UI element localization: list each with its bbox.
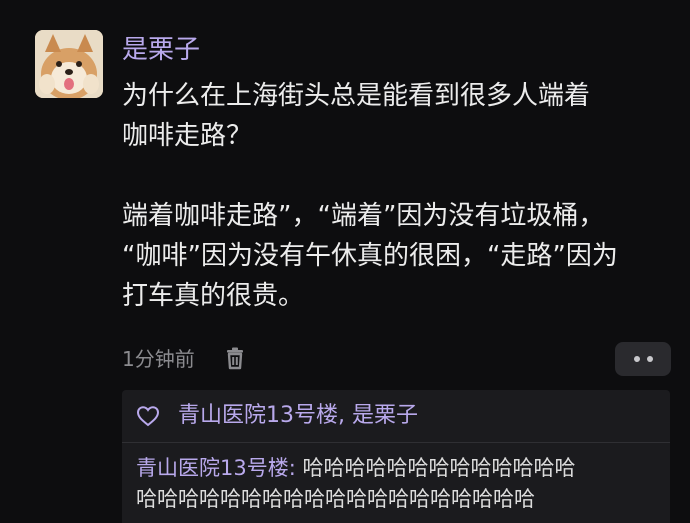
avatar[interactable] <box>35 30 103 98</box>
comment-text-line: 端着咖啡走路”，“端着”因为没有垃圾桶， <box>122 201 605 231</box>
comment-timestamp: 1分钟前 <box>122 347 195 371</box>
reply-line: 青山医院13号楼: 哈哈哈哈哈哈哈哈哈哈哈哈哈 <box>136 453 666 484</box>
comment-screen: 是栗子 为什么在上海街头总是能看到很多人端着 咖啡走路？ 端着咖啡走路”，“端着… <box>0 0 690 523</box>
more-icon <box>646 356 653 362</box>
liked-by-names[interactable]: 青山医院13号楼, 是栗子 <box>178 401 418 431</box>
comment-text: 为什么在上海街头总是能看到很多人端着 咖啡走路？ 端着咖啡走路”，“端着”因为没… <box>122 76 670 316</box>
likes-panel: 青山医院13号楼, 是栗子 <box>122 390 670 442</box>
heart-icon[interactable] <box>136 404 160 428</box>
comment-author[interactable]: 是栗子 <box>122 34 200 66</box>
reply-text: 哈哈哈哈哈哈哈哈哈哈哈哈哈 <box>295 456 576 480</box>
more-options-button[interactable] <box>615 342 671 376</box>
comment-text-line: “咖啡”因为没有午休真的很困，“走路”因为 <box>122 241 618 271</box>
reply-line: 哈哈哈哈哈哈哈哈哈哈哈哈哈哈哈哈哈哈哈 <box>136 487 535 511</box>
comment-text-line: 咖啡走路？ <box>122 121 253 151</box>
comment-text-line: 打车真的很贵。 <box>122 281 305 311</box>
more-icon <box>633 356 640 362</box>
trash-icon[interactable] <box>222 345 248 371</box>
reply-panel: 青山医院13号楼: 哈哈哈哈哈哈哈哈哈哈哈哈哈 哈哈哈哈哈哈哈哈哈哈哈哈哈哈哈哈… <box>122 443 670 523</box>
reply-author[interactable]: 青山医院13号楼: <box>136 456 296 480</box>
shiba-dog-avatar-image <box>35 30 103 98</box>
comment-text-line: 为什么在上海街头总是能看到很多人端着 <box>122 81 591 111</box>
reply-item[interactable]: 青山医院13号楼: 哈哈哈哈哈哈哈哈哈哈哈哈哈 哈哈哈哈哈哈哈哈哈哈哈哈哈哈哈哈… <box>136 453 666 515</box>
heart-icon-glyph <box>136 406 160 427</box>
trash-icon-glyph <box>227 347 243 370</box>
